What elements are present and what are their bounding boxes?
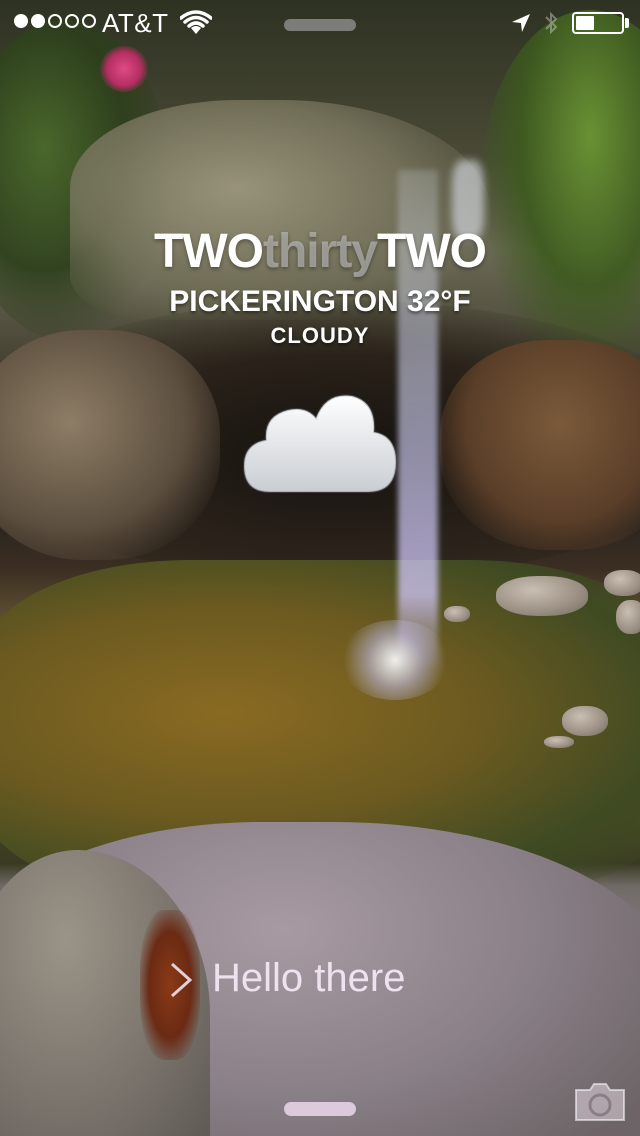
- clock-minutes-end: TWO: [377, 225, 487, 278]
- control-center-grabber[interactable]: [284, 1102, 356, 1116]
- signal-dot: [82, 14, 96, 28]
- cloud-icon: [242, 394, 398, 493]
- wallpaper-stone: [604, 570, 640, 596]
- slide-to-unlock[interactable]: Hello there: [0, 946, 640, 1010]
- location-arrow-icon: [512, 14, 530, 32]
- wallpaper-stone: [616, 600, 640, 634]
- signal-dot: [14, 14, 28, 28]
- wallpaper-stone: [544, 736, 574, 748]
- battery-level: [576, 16, 594, 30]
- signal-dot: [48, 14, 62, 28]
- clock-words: TWOthirtyTWO: [0, 224, 640, 280]
- signal-strength: [14, 14, 96, 28]
- clock-minutes: thirty: [263, 225, 378, 278]
- chevron-right-icon: [171, 962, 193, 998]
- notification-center-grabber[interactable]: [284, 19, 356, 31]
- wallpaper-stone: [562, 706, 608, 736]
- wallpaper-splash: [340, 620, 450, 700]
- wallpaper-stone: [496, 576, 588, 616]
- wallpaper-rock-left: [0, 330, 220, 560]
- wifi-icon: [180, 10, 212, 34]
- signal-dot: [31, 14, 45, 28]
- location-temperature: PICKERINGTON 32°F: [169, 285, 471, 318]
- carrier-name: AT&T: [102, 8, 169, 38]
- lock-screen: AT&T TWOthirtyTWO PICKERINGTON 32°F CLOU…: [0, 0, 640, 1136]
- slide-to-unlock-label: Hello there: [212, 956, 406, 1000]
- battery-icon: [572, 12, 624, 34]
- weather-condition: CLOUDY: [270, 323, 370, 348]
- clock-hour: TWO: [154, 225, 264, 278]
- wallpaper-stone: [444, 606, 470, 622]
- wallpaper-rock-right: [440, 340, 640, 550]
- battery-nub: [625, 18, 629, 28]
- bluetooth-icon: [545, 11, 558, 35]
- camera-icon[interactable]: [572, 1080, 628, 1124]
- wallpaper-flowers: [100, 46, 148, 92]
- signal-dot: [65, 14, 79, 28]
- status-bar: AT&T: [0, 0, 640, 40]
